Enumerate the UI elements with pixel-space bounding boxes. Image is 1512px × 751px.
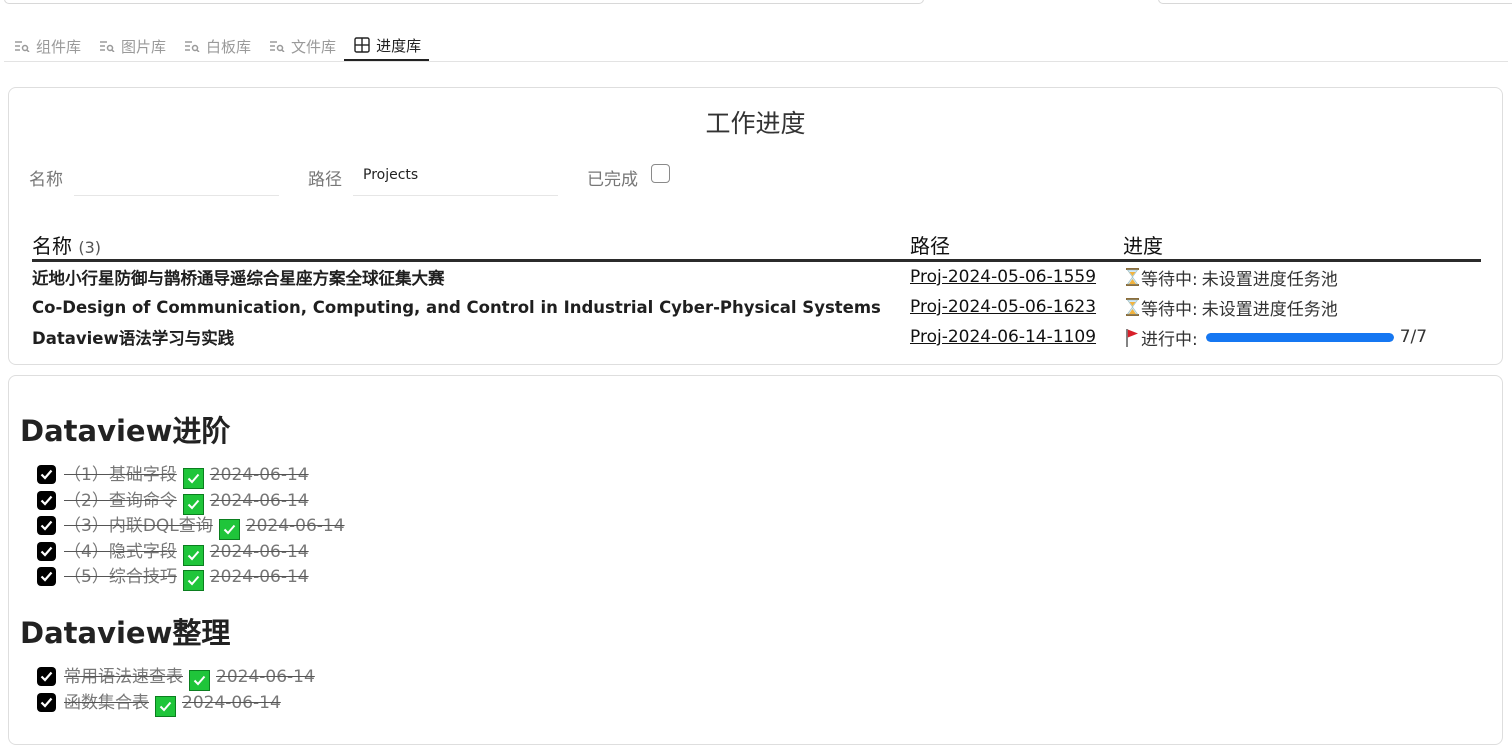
project-name: Dataview语法学习与实践 bbox=[32, 329, 235, 348]
project-path-link[interactable]: Proj-2024-05-06-1559 bbox=[910, 267, 1096, 287]
tab-progress[interactable]: 进度库 bbox=[344, 31, 430, 61]
table-row: Co-Design of Communication, Computing, a… bbox=[32, 292, 1481, 322]
progress-card: 工作进度 名称 路径 已完成 名称 (3) 路径 进度 近地小行星防御与鹊桥通导… bbox=[8, 87, 1503, 365]
list-item: （4）隐式字段 2024-06-14 bbox=[37, 539, 345, 566]
task-text: （2）查询命令 bbox=[64, 490, 177, 511]
column-header-name[interactable]: 名称 (3) bbox=[32, 230, 910, 262]
tab-components[interactable]: 组件库 bbox=[4, 31, 89, 61]
list-item: （1）基础字段 2024-06-14 bbox=[37, 462, 345, 490]
completed-filter-label: 已完成 bbox=[587, 170, 638, 190]
tab-label: 白板库 bbox=[206, 37, 252, 56]
status-label: 等待中: bbox=[1141, 269, 1198, 290]
task-checkbox[interactable] bbox=[37, 490, 56, 510]
table-grid-icon bbox=[354, 37, 370, 53]
status-detail: 未设置进度任务池 bbox=[1201, 299, 1338, 320]
completion-date: 2024-06-14 bbox=[182, 692, 281, 713]
status-detail: 未设置进度任务池 bbox=[1201, 269, 1338, 290]
completion-date: 2024-06-14 bbox=[209, 567, 309, 588]
completion-date: 2024-06-14 bbox=[216, 667, 315, 688]
progress-status: 进行中: 7/7 bbox=[1123, 325, 1481, 350]
tab-label: 图片库 bbox=[121, 37, 167, 56]
progress-bar bbox=[1205, 332, 1394, 342]
hourglass-icon bbox=[1123, 268, 1141, 286]
tab-images[interactable]: 图片库 bbox=[89, 31, 174, 61]
status-label: 等待中: bbox=[1141, 299, 1198, 320]
column-header-path[interactable]: 路径 bbox=[910, 230, 1123, 262]
task-checkbox[interactable] bbox=[37, 692, 56, 712]
list-search-icon bbox=[99, 39, 115, 53]
task-checkbox[interactable] bbox=[37, 667, 56, 687]
completion-date: 2024-06-14 bbox=[245, 516, 345, 537]
task-text: （3）内联DQL查询 bbox=[64, 516, 213, 537]
filter-bar: 名称 路径 已完成 bbox=[29, 150, 1482, 196]
table-header-row: 名称 (3) 路径 进度 bbox=[32, 230, 1481, 262]
path-filter-input[interactable] bbox=[353, 154, 558, 196]
section-heading: Dataview进阶 bbox=[20, 414, 231, 448]
task-text: （5）综合技巧 bbox=[64, 567, 177, 588]
hourglass-icon bbox=[1123, 298, 1141, 316]
red-flag-icon bbox=[1123, 328, 1141, 347]
section-heading: Dataview整理 bbox=[20, 616, 231, 650]
tab-files[interactable]: 文件库 bbox=[259, 31, 344, 61]
top-panel-edge bbox=[4, 0, 924, 4]
task-checkbox[interactable] bbox=[37, 567, 56, 587]
list-item: （2）查询命令 2024-06-14 bbox=[37, 488, 345, 515]
task-text: （4）隐式字段 bbox=[64, 541, 177, 562]
list-item: 函数集合表 2024-06-14 bbox=[37, 690, 315, 717]
task-text: 函数集合表 bbox=[64, 692, 149, 713]
list-search-icon bbox=[184, 39, 200, 53]
tab-whiteboards[interactable]: 白板库 bbox=[174, 31, 259, 61]
table-row: 近地小行星防御与鹊桥通导遥综合星座方案全球征集大赛 Proj-2024-05-0… bbox=[32, 262, 1481, 292]
list-item: 常用语法速查表 2024-06-14 bbox=[37, 664, 315, 692]
tab-label: 进度库 bbox=[376, 36, 422, 55]
task-text: （1）基础字段 bbox=[64, 465, 177, 486]
row-count: (3) bbox=[78, 238, 102, 257]
project-name: Co-Design of Communication, Computing, a… bbox=[32, 297, 881, 317]
task-list: （1）基础字段 2024-06-14 （2）查询命令 2024-06-14 （3）内… bbox=[37, 462, 345, 592]
status-label: 进行中: bbox=[1141, 329, 1198, 350]
column-header-progress[interactable]: 进度 bbox=[1123, 230, 1481, 262]
path-filter-label: 路径 bbox=[308, 170, 342, 190]
task-list: 常用语法速查表 2024-06-14 函数集合表 2024-06-14 bbox=[37, 664, 315, 717]
progress-count: 7/7 bbox=[1399, 327, 1428, 347]
project-path-link[interactable]: Proj-2024-05-06-1623 bbox=[910, 297, 1096, 317]
tab-label: 组件库 bbox=[36, 37, 82, 56]
list-search-icon bbox=[14, 39, 30, 53]
progress-status: 等待中: 未设置进度任务池 bbox=[1123, 265, 1481, 290]
progress-bar-fill bbox=[1205, 332, 1394, 342]
completion-date: 2024-06-14 bbox=[209, 541, 309, 562]
list-item: （5）综合技巧 2024-06-14 bbox=[37, 564, 345, 592]
list-item: （3）内联DQL查询 2024-06-14 bbox=[37, 513, 345, 541]
name-filter-input[interactable] bbox=[74, 154, 279, 196]
name-filter-label: 名称 bbox=[29, 170, 63, 190]
task-text: 常用语法速查表 bbox=[64, 667, 183, 688]
completed-checkbox[interactable] bbox=[651, 164, 670, 183]
task-checkbox[interactable] bbox=[37, 516, 56, 536]
progress-table: 名称 (3) 路径 进度 近地小行星防御与鹊桥通导遥综合星座方案全球征集大赛 P… bbox=[32, 230, 1481, 352]
card-title: 工作进度 bbox=[705, 109, 806, 138]
task-checkbox[interactable] bbox=[37, 541, 56, 561]
project-name: 近地小行星防御与鹊桥通导遥综合星座方案全球征集大赛 bbox=[32, 269, 445, 288]
progress-status: 等待中: 未设置进度任务池 bbox=[1123, 295, 1481, 320]
completion-date: 2024-06-14 bbox=[209, 490, 309, 511]
project-path-link[interactable]: Proj-2024-06-14-1109 bbox=[910, 327, 1096, 347]
tasks-card: Dataview进阶 （1）基础字段 2024-06-14 （2）查询命令 2024… bbox=[8, 375, 1503, 745]
completion-date: 2024-06-14 bbox=[209, 465, 309, 486]
done-check-icon bbox=[182, 570, 204, 592]
table-row: Dataview语法学习与实践 Proj-2024-06-14-1109 进行中… bbox=[32, 322, 1481, 352]
list-search-icon bbox=[269, 39, 285, 53]
top-panel-edge bbox=[1158, 0, 1512, 4]
task-checkbox[interactable] bbox=[37, 465, 56, 485]
done-check-icon bbox=[155, 695, 176, 717]
library-tab-bar: 组件库 图片库 白板库 文件库 进度库 bbox=[4, 30, 1508, 62]
tab-label: 文件库 bbox=[291, 37, 337, 56]
